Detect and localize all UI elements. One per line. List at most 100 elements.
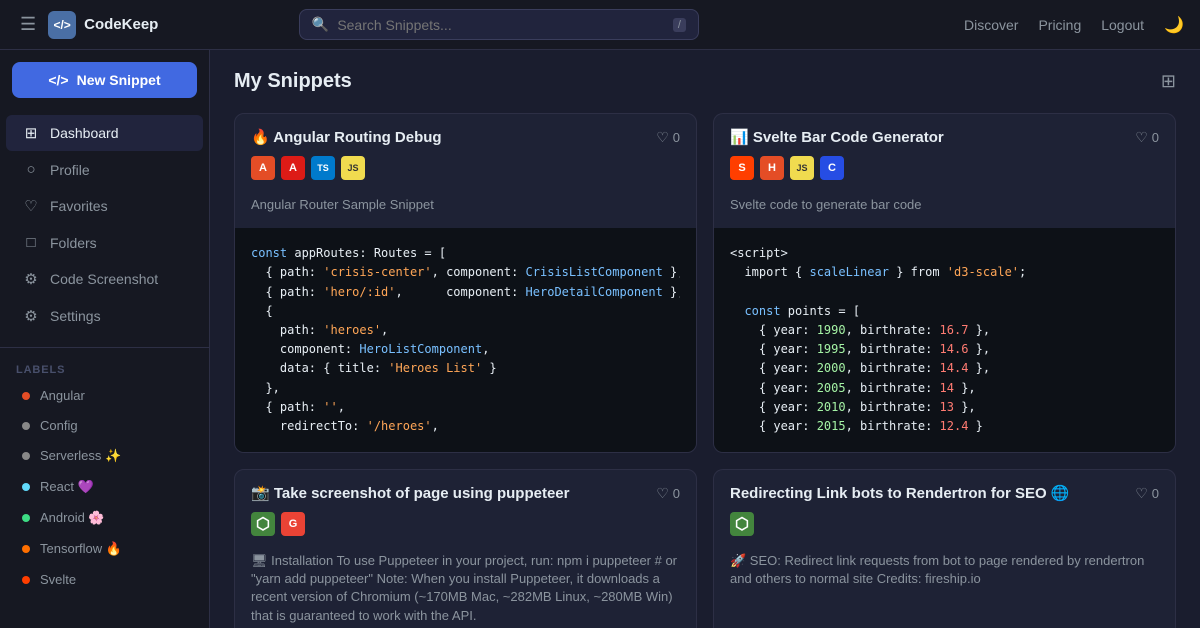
tag-badge-html: H <box>760 156 784 180</box>
like-count: 0 <box>673 486 680 501</box>
label-name: Tensorflow 🔥 <box>40 541 122 557</box>
search-bar[interactable]: 🔍 / <box>299 9 699 40</box>
label-item-react[interactable]: React 💜 <box>6 472 203 502</box>
heart-icon: ♡ <box>1135 129 1148 146</box>
card-title: 📊 Svelte Bar Code Generator <box>730 128 944 146</box>
card-description: 🚀 SEO: Redirect link requests from bot t… <box>714 548 1175 602</box>
profile-icon: ○ <box>22 161 40 178</box>
sidebar: </> New Snippet ⊞ Dashboard ○ Profile ♡ … <box>0 50 210 628</box>
label-item-config[interactable]: Config <box>6 411 203 440</box>
sidebar-item-label: Code Screenshot <box>50 271 158 287</box>
snippet-card-svelte-bar[interactable]: 📊 Svelte Bar Code Generator ♡ 0 S H JS C… <box>713 113 1176 453</box>
card-description: Angular Router Sample Snippet <box>235 192 696 228</box>
like-count: 0 <box>1152 130 1159 145</box>
card-tags: ⬡ <box>714 512 1175 548</box>
sidebar-item-label: Settings <box>50 308 101 324</box>
sidebar-item-profile[interactable]: ○ Profile <box>6 152 203 187</box>
snippet-card-angular-routing[interactable]: 🔥 Angular Routing Debug ♡ 0 A A TS JS An… <box>234 113 697 453</box>
favorites-icon: ♡ <box>22 197 40 215</box>
label-item-tensorflow[interactable]: Tensorflow 🔥 <box>6 534 203 564</box>
card-like[interactable]: ♡ 0 <box>656 129 680 146</box>
label-item-android[interactable]: Android 🌸 <box>6 503 203 533</box>
labels-list: Angular Config Serverless ✨ React 💜 Andr… <box>0 380 209 595</box>
card-header: 📊 Svelte Bar Code Generator ♡ 0 <box>714 114 1175 156</box>
card-header: Redirecting Link bots to Rendertron for … <box>714 470 1175 512</box>
like-count: 0 <box>1152 486 1159 501</box>
main-content: My Snippets ⊞ 🔥 Angular Routing Debug ♡ … <box>210 50 1200 628</box>
config-dot <box>22 422 30 430</box>
search-icon: 🔍 <box>312 16 329 33</box>
sidebar-item-label: Dashboard <box>50 125 119 141</box>
card-title: 🔥 Angular Routing Debug <box>251 128 442 146</box>
heart-icon: ♡ <box>656 485 669 502</box>
tag-badge-css: C <box>820 156 844 180</box>
card-header: 📸 Take screenshot of page using puppetee… <box>235 470 696 512</box>
logout-link[interactable]: Logout <box>1101 17 1144 33</box>
label-item-svelte[interactable]: Svelte <box>6 565 203 594</box>
card-header: 🔥 Angular Routing Debug ♡ 0 <box>235 114 696 156</box>
logo-symbol: </> <box>53 18 70 32</box>
app-name: CodeKeep <box>84 16 158 33</box>
card-description: Svelte code to generate bar code <box>714 192 1175 228</box>
card-tags: S H JS C <box>714 156 1175 192</box>
serverless-dot <box>22 452 30 460</box>
sidebar-item-code-screenshot[interactable]: ⚙ Code Screenshot <box>6 261 203 297</box>
dashboard-icon: ⊞ <box>22 124 40 142</box>
card-tags: ⬡ G <box>235 512 696 548</box>
snippets-grid: 🔥 Angular Routing Debug ♡ 0 A A TS JS An… <box>234 113 1176 628</box>
heart-icon: ♡ <box>656 129 669 146</box>
tag-badge-angular1: A <box>251 156 275 180</box>
label-name: Android 🌸 <box>40 510 105 526</box>
app-layout: </> New Snippet ⊞ Dashboard ○ Profile ♡ … <box>0 50 1200 628</box>
sidebar-item-favorites[interactable]: ♡ Favorites <box>6 188 203 224</box>
snippet-card-puppeteer[interactable]: 📸 Take screenshot of page using puppetee… <box>234 469 697 628</box>
settings-icon: ⚙ <box>22 307 40 325</box>
sidebar-item-settings[interactable]: ⚙ Settings <box>6 298 203 334</box>
tag-badge-js: JS <box>790 156 814 180</box>
label-name: Svelte <box>40 572 76 587</box>
heart-icon: ♡ <box>1135 485 1148 502</box>
theme-toggle-button[interactable]: 🌙 <box>1164 15 1184 35</box>
header-nav: Discover Pricing Logout 🌙 <box>964 15 1184 35</box>
sidebar-divider <box>0 347 209 348</box>
labels-section-header: LABELS <box>0 356 209 380</box>
tag-badge-node: ⬡ <box>251 512 275 536</box>
sidebar-item-label: Folders <box>50 235 97 251</box>
search-input[interactable] <box>337 17 665 33</box>
label-name: React 💜 <box>40 479 94 495</box>
discover-link[interactable]: Discover <box>964 17 1018 33</box>
like-count: 0 <box>673 130 680 145</box>
tag-badge-js: JS <box>341 156 365 180</box>
code-icon: </> <box>48 72 68 88</box>
menu-button[interactable]: ☰ <box>16 10 40 39</box>
tensorflow-dot <box>22 545 30 553</box>
label-item-serverless[interactable]: Serverless ✨ <box>6 441 203 471</box>
card-like[interactable]: ♡ 0 <box>656 485 680 502</box>
page-title: My Snippets <box>234 70 352 93</box>
main-header: My Snippets ⊞ <box>234 70 1176 93</box>
angular-dot <box>22 392 30 400</box>
label-name: Config <box>40 418 78 433</box>
app-logo: </> <box>48 11 76 39</box>
label-item-angular[interactable]: Angular <box>6 381 203 410</box>
code-block: const appRoutes: Routes = [ { path: 'cri… <box>235 228 696 452</box>
sidebar-item-dashboard[interactable]: ⊞ Dashboard <box>6 115 203 151</box>
grid-toggle-button[interactable]: ⊞ <box>1161 71 1176 92</box>
tag-badge-ts: TS <box>311 156 335 180</box>
card-like[interactable]: ♡ 0 <box>1135 129 1159 146</box>
snippet-card-rendertron[interactable]: Redirecting Link bots to Rendertron for … <box>713 469 1176 628</box>
sidebar-item-folders[interactable]: □ Folders <box>6 225 203 260</box>
folders-icon: □ <box>22 234 40 251</box>
new-snippet-button[interactable]: </> New Snippet <box>12 62 197 98</box>
sidebar-item-label: Profile <box>50 162 90 178</box>
header: ☰ </> CodeKeep 🔍 / Discover Pricing Logo… <box>0 0 1200 50</box>
pricing-link[interactable]: Pricing <box>1038 17 1081 33</box>
card-description: 🖥 Installation To use Puppeteer in your … <box>235 548 696 628</box>
tag-badge-svelte: S <box>730 156 754 180</box>
label-name: Serverless ✨ <box>40 448 121 464</box>
sidebar-item-label: Favorites <box>50 198 108 214</box>
card-title: Redirecting Link bots to Rendertron for … <box>730 484 1070 502</box>
search-kbd: / <box>673 18 686 32</box>
label-name: Angular <box>40 388 85 403</box>
card-like[interactable]: ♡ 0 <box>1135 485 1159 502</box>
